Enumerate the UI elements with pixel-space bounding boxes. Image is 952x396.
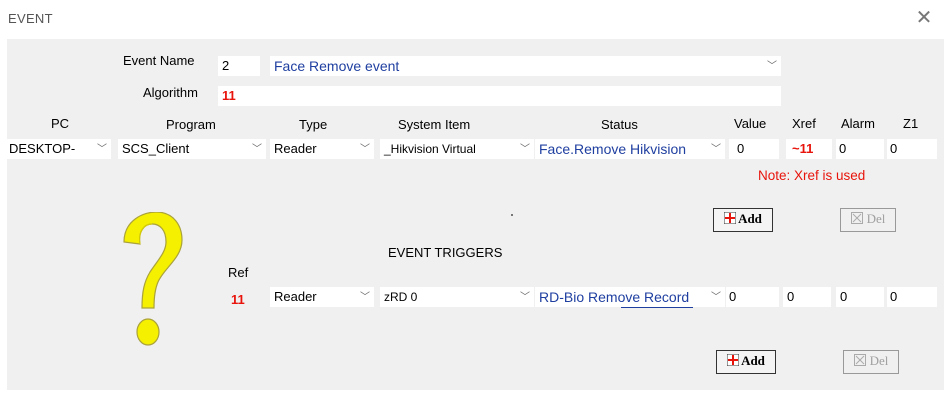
value-field[interactable]: 0 [729, 139, 779, 159]
column-header-type: Type [299, 117, 328, 132]
trigger-z1-field[interactable]: 0 [887, 287, 937, 307]
window-title: EVENT [8, 11, 53, 26]
ref-value: 11 [231, 292, 245, 307]
status-select[interactable]: Face.Remove Hikvision ﹀ [535, 139, 725, 159]
trigger-value-field[interactable]: 0 [726, 287, 779, 307]
system-item-select[interactable]: _Hikvision Virtual ﹀ [380, 139, 534, 159]
chevron-down-icon[interactable]: ﹀ [520, 287, 530, 307]
delete-icon [853, 354, 866, 366]
column-header-program: Program [166, 117, 216, 132]
column-header-xref: Xref [792, 116, 816, 131]
chevron-down-icon[interactable]: ﹀ [360, 287, 370, 307]
trigger-add-button[interactable]: Add [716, 350, 776, 374]
chevron-down-icon[interactable]: ﹀ [711, 139, 721, 159]
event-triggers-heading: EVENT TRIGGERS [388, 245, 503, 260]
trigger-status-value: RD-Bio Remove Record [539, 289, 690, 305]
trigger-type-value: Reader [274, 289, 317, 304]
trigger-status-select[interactable]: RD-Bio Remove Record ﹀ [535, 287, 725, 307]
column-header-pc: PC [51, 116, 70, 131]
column-header-value: Value [734, 116, 767, 131]
type-select[interactable]: Reader ﹀ [270, 139, 374, 159]
question-mark-icon [123, 212, 183, 346]
close-icon[interactable]: ✕ [912, 6, 936, 30]
algorithm-label: Algorithm [143, 85, 198, 100]
chevron-down-icon[interactable]: ﹀ [360, 139, 370, 159]
z1-field[interactable]: 0 [887, 139, 937, 159]
xref-field[interactable]: ~11 [786, 139, 832, 159]
program-select[interactable]: SCS_Client ﹀ [118, 139, 266, 159]
chevron-down-icon[interactable]: ﹀ [520, 139, 530, 159]
type-value: Reader [274, 141, 317, 156]
plus-icon [724, 212, 737, 224]
algorithm-field[interactable]: 11 [218, 86, 781, 106]
event-name-value: Face Remove event [274, 58, 400, 74]
chevron-down-icon[interactable]: ﹀ [252, 139, 262, 159]
event-add-label: Add [738, 211, 762, 226]
status-value: Face.Remove Hikvision [539, 141, 687, 157]
event-number-field[interactable]: 2 [218, 56, 260, 76]
program-value: SCS_Client [122, 141, 190, 156]
pc-select[interactable]: DESKTOP- ﹀ [7, 139, 111, 159]
trigger-system-item-select[interactable]: zRD 0 ﹀ [380, 287, 534, 307]
event-name-label: Event Name [123, 53, 195, 68]
trigger-type-select[interactable]: Reader ﹀ [270, 287, 374, 307]
trigger-alarm-field[interactable]: 0 [836, 287, 884, 307]
column-header-z1: Z1 [903, 116, 919, 131]
dialog-body: Event Name 2 Face Remove event ﹀ Algorit… [7, 39, 944, 390]
trigger-del-label: Del [869, 353, 889, 368]
event-name-select[interactable]: Face Remove event ﹀ [270, 56, 781, 76]
status-underline [621, 307, 693, 308]
title-bar: EVENT ✕ [0, 0, 952, 36]
pc-value: DESKTOP- [9, 141, 76, 156]
chevron-down-icon[interactable]: ﹀ [711, 287, 721, 307]
event-add-button[interactable]: Add [713, 208, 773, 232]
delete-icon [850, 212, 863, 224]
event-del-label: Del [866, 211, 886, 226]
column-header-system-item: System Item [398, 117, 471, 132]
divider-dot [511, 214, 513, 216]
chevron-down-icon[interactable]: ﹀ [97, 139, 107, 159]
trigger-system-item-value: zRD 0 [384, 290, 418, 304]
system-item-value: _Hikvision Virtual [384, 142, 476, 156]
alarm-field[interactable]: 0 [836, 139, 884, 159]
xref-note: Note: Xref is used [758, 168, 866, 183]
trigger-xref-field[interactable]: 0 [783, 287, 831, 307]
plus-icon [727, 354, 740, 366]
trigger-add-label: Add [741, 353, 765, 368]
event-del-button[interactable]: Del [840, 208, 896, 232]
chevron-down-icon[interactable]: ﹀ [767, 56, 777, 76]
event-dialog: EVENT ✕ Event Name 2 Face Remove event ﹀… [0, 0, 952, 396]
ref-label: Ref [228, 265, 249, 280]
trigger-del-button[interactable]: Del [843, 350, 899, 374]
column-header-alarm: Alarm [841, 116, 875, 131]
column-header-status: Status [601, 117, 638, 132]
